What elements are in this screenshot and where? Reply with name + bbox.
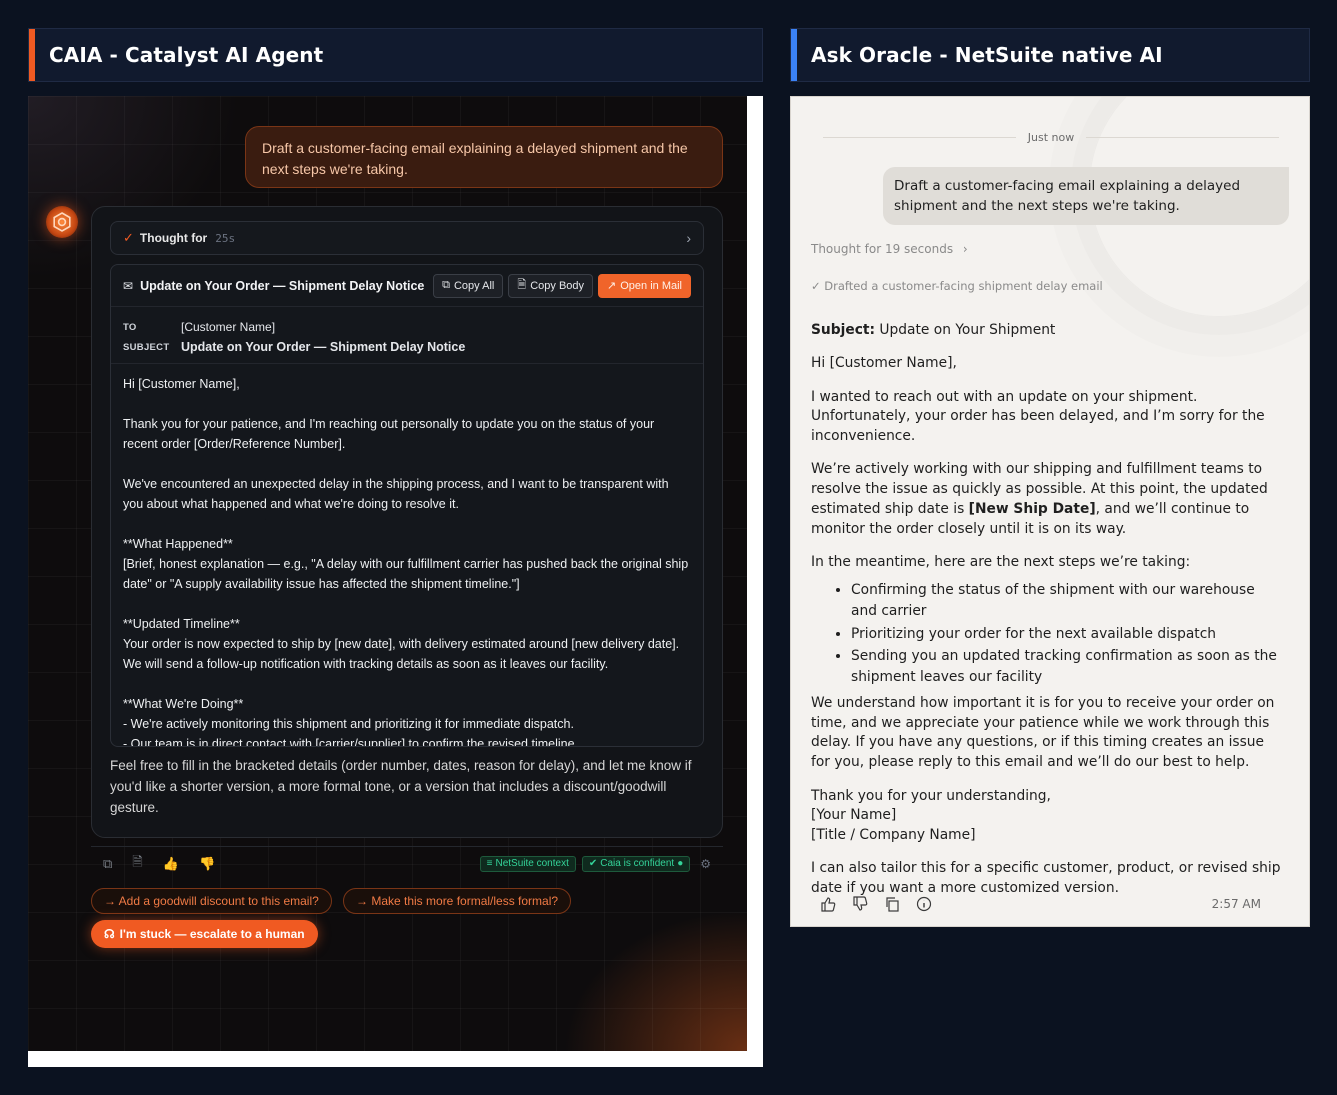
caia-logo-icon (46, 206, 78, 238)
assistant-reply: Subject: Update on Your Shipment Hi [Cus… (811, 321, 1281, 913)
timestamp-label: Just now (1027, 131, 1075, 144)
panel-title: Ask Oracle - NetSuite native AI (811, 43, 1163, 67)
thought-label: Thought for 19 seconds (811, 242, 954, 256)
chevron-right-icon: › (962, 242, 968, 256)
reply-action-bar (819, 895, 933, 913)
reply-paragraph: We’re actively working with our shipping… (811, 460, 1281, 539)
panel-title: CAIA - Catalyst AI Agent (49, 43, 324, 67)
subject-value: Update on Your Shipment (879, 322, 1056, 338)
message-time: 2:57 AM (1211, 897, 1261, 911)
thought-toggle[interactable]: ✓ Thought for 25s › (110, 221, 704, 255)
envelope-icon: ✉ (123, 278, 134, 293)
confidence-badge: ✔ Caia is confident ● (581, 855, 691, 872)
email-draft-card: ✉ Update on Your Order — Shipment Delay … (110, 264, 704, 747)
signature-title: [Title / Company Name] (811, 827, 976, 844)
caia-chat-frame: Draft a customer-facing email explaining… (28, 96, 763, 1067)
thumbs-down-icon[interactable]: 👎 (199, 856, 215, 872)
open-in-mail-button[interactable]: ↗ Open in Mail (598, 273, 691, 298)
ai-response-card: ✓ Thought for 25s › ✉ Update on Your Ord… (91, 206, 723, 838)
list-item: Prioritizing your order for the next ava… (851, 624, 1281, 645)
reply-greeting: Hi [Customer Name], (811, 355, 957, 372)
to-label: TO (123, 321, 137, 333)
ship-date-placeholder: [New Ship Date] (968, 501, 1096, 518)
reply-paragraph: We understand how important it is for yo… (811, 694, 1275, 771)
copy-body-button[interactable]: 🗎 Copy Body (508, 273, 594, 298)
thought-label: Thought for (139, 231, 208, 245)
netsuite-context-badge: ≡ NetSuite context (479, 855, 576, 872)
reply-paragraph: I wanted to reach out with an update on … (811, 388, 1265, 445)
signature-name: [Your Name] (811, 807, 897, 824)
drafted-status: ✓ Drafted a customer-facing shipment del… (811, 279, 1103, 293)
subject-label: Subject: (811, 322, 876, 338)
copy-all-label: Copy All (453, 279, 495, 292)
document-icon[interactable]: 🗎 (132, 853, 142, 875)
oracle-chat-frame: Just now Draft a customer-facing email e… (790, 96, 1310, 927)
netsuite-context-label: NetSuite context (495, 858, 569, 869)
thumbs-down-icon[interactable] (851, 895, 869, 913)
list-item: Sending you an updated tracking confirma… (851, 646, 1281, 688)
suggestion-chip[interactable]: → Add a goodwill discount to this email? (91, 888, 332, 914)
reply-signature: Thank you for your understanding, [Your … (811, 787, 1281, 846)
reply-paragraph: In the meantime, here are the next steps… (811, 554, 1191, 571)
database-icon: ≡ (486, 858, 493, 869)
followup-text: Feel free to fill in the bracketed detai… (110, 758, 692, 815)
chevron-right-icon: › (686, 230, 691, 246)
next-steps-list: Confirming the status of the shipment wi… (851, 580, 1281, 687)
caia-panel-header: CAIA - Catalyst AI Agent (28, 28, 763, 82)
reply-subject: Subject: Update on Your Shipment (811, 321, 1281, 341)
accent-bar (29, 29, 35, 81)
accent-bar (791, 29, 797, 81)
list-item: Confirming the status of the shipment wi… (851, 580, 1281, 622)
response-action-bar: ⧉ 🗎 👍 👎 ≡ NetSuite context ✔ Caia is con… (91, 846, 723, 880)
check-circle-icon: ✔ (588, 858, 598, 869)
thought-duration: 25s (215, 231, 236, 245)
email-toolbar-subject: Update on Your Order — Shipment Delay No… (140, 278, 425, 293)
oracle-panel-header: Ask Oracle - NetSuite native AI (790, 28, 1310, 82)
document-icon: 🗎 (517, 279, 527, 291)
check-icon: ✓ (123, 230, 134, 245)
suggestion-chip[interactable]: → Make this more formal/less formal? (343, 888, 572, 914)
reply-paragraph: I can also tailor this for a specific cu… (811, 860, 1281, 897)
user-message-bubble: Draft a customer-facing email explaining… (883, 167, 1289, 225)
copy-icon: ⧉ (442, 279, 450, 291)
copy-icon[interactable] (883, 895, 901, 913)
copy-body-label: Copy Body (530, 279, 585, 292)
email-toolbar: ✉ Update on Your Order — Shipment Delay … (111, 265, 703, 307)
settings-icon[interactable]: ⚙ (700, 857, 711, 871)
to-value: [Customer Name] (181, 320, 276, 334)
email-body: Hi [Customer Name], Thank you for your p… (123, 377, 689, 747)
subject-value: Update on Your Order — Shipment Delay No… (181, 340, 466, 354)
copy-all-button[interactable]: ⧉ Copy All (433, 273, 504, 298)
email-meta: TO [Customer Name] SUBJECT Update on You… (111, 307, 703, 364)
closing-line: Thank you for your understanding, (811, 787, 1051, 804)
user-message-bubble: Draft a customer-facing email explaining… (245, 126, 723, 188)
drafted-label: Drafted a customer-facing shipment delay… (824, 279, 1103, 293)
external-link-icon: ↗ (607, 280, 617, 292)
timestamp-divider: Just now (823, 131, 1279, 144)
check-icon: ✓ (811, 279, 821, 293)
escalate-label: I'm stuck — escalate to a human (119, 927, 305, 941)
thought-toggle[interactable]: Thought for 19 seconds › (811, 242, 968, 256)
copy-icon[interactable]: ⧉ (103, 856, 112, 872)
thumbs-up-icon[interactable]: 👍 (163, 856, 179, 872)
thumbs-up-icon[interactable] (819, 895, 837, 913)
confidence-label: Caia is confident (600, 858, 675, 869)
headset-icon: ☊ (104, 927, 115, 941)
subject-label: SUBJECT (123, 341, 170, 353)
info-icon[interactable] (915, 895, 933, 913)
open-in-mail-label: Open in Mail (620, 279, 682, 292)
caia-chat-canvas: Draft a customer-facing email explaining… (28, 96, 747, 1051)
escalate-button[interactable]: ☊ I'm stuck — escalate to a human (91, 920, 318, 948)
info-icon: ● (677, 858, 684, 869)
